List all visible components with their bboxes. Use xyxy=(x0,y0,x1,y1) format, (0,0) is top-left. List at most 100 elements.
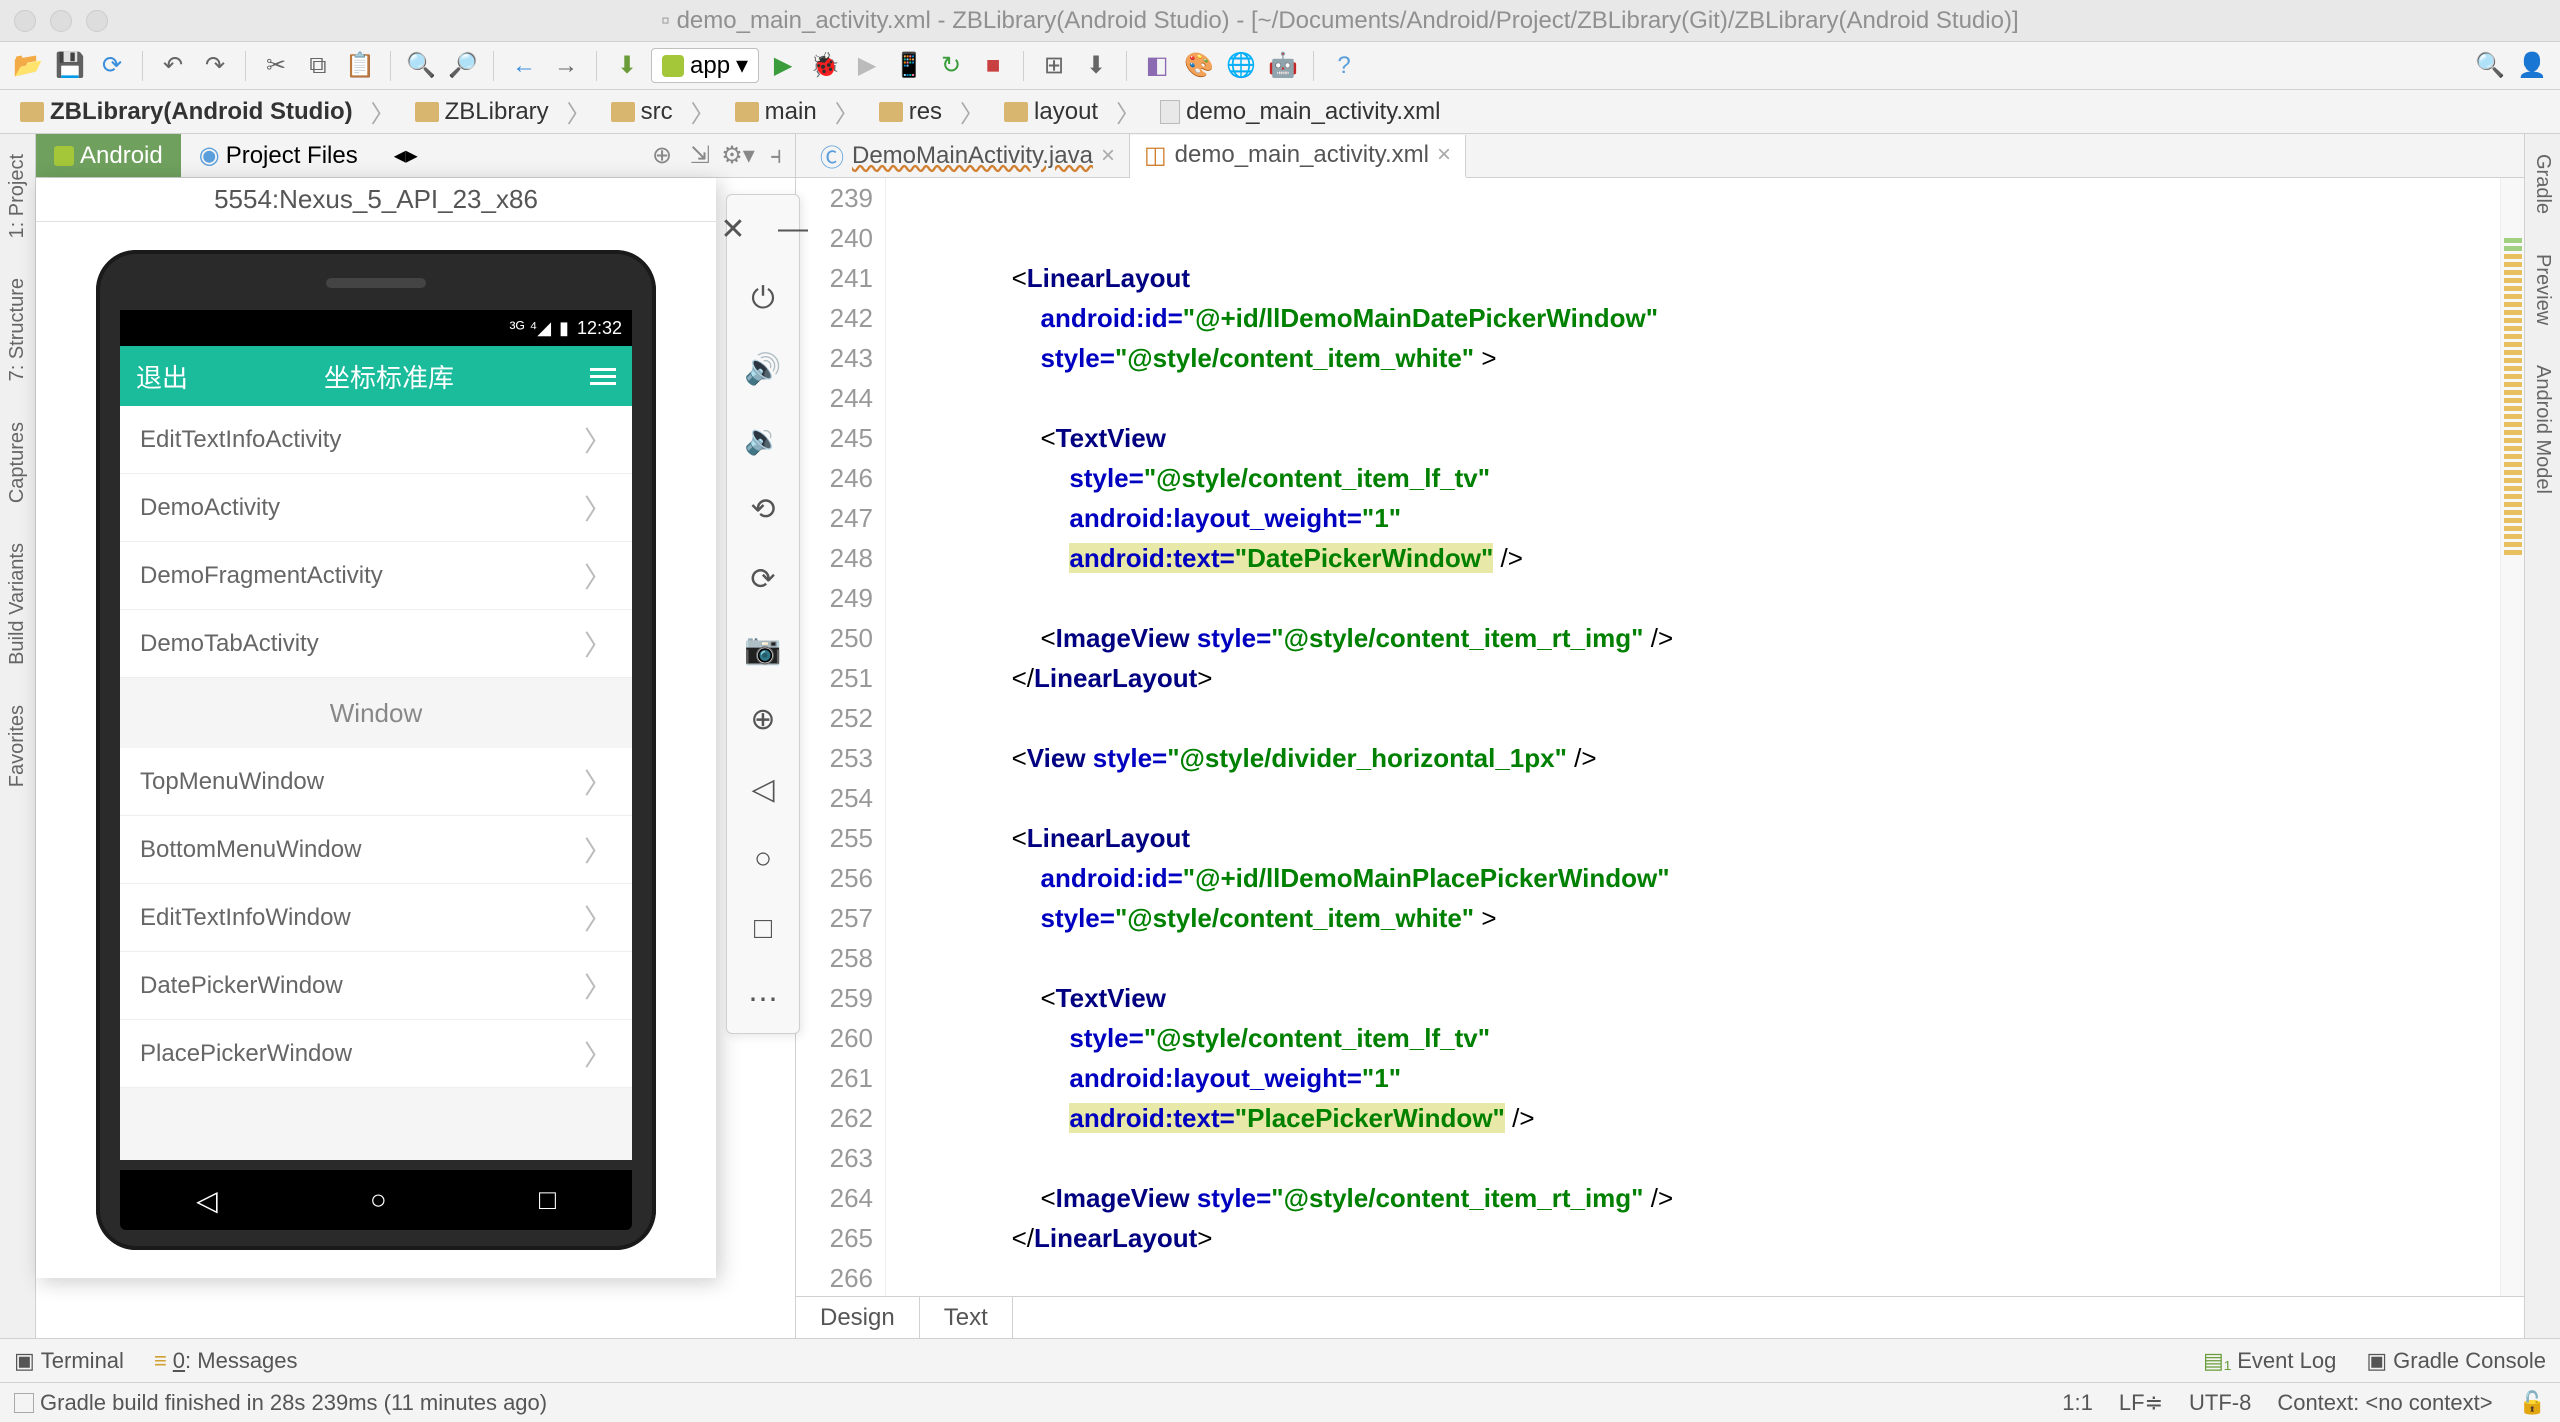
run-icon[interactable]: ▶ xyxy=(765,48,801,84)
help-icon[interactable]: ? xyxy=(1326,48,1362,84)
list-item[interactable]: DemoTabActivity〉 xyxy=(120,610,632,678)
list-item[interactable]: EditTextInfoActivity〉 xyxy=(120,406,632,474)
breadcrumb-item[interactable]: main xyxy=(725,94,869,129)
project-tab-files[interactable]: ◉ Project Files xyxy=(181,134,376,177)
power-icon[interactable]: ⏻ xyxy=(743,279,783,319)
zoom-dot[interactable] xyxy=(86,10,108,32)
right-rail-item[interactable]: Android Model xyxy=(2531,365,2554,494)
scroll-target-icon[interactable]: ⊕ xyxy=(647,141,677,171)
device-icon[interactable]: 📱 xyxy=(891,48,927,84)
emu-close-icon[interactable]: ✕ xyxy=(713,209,753,249)
list-item[interactable]: DemoActivity〉 xyxy=(120,474,632,542)
emu-recent-icon[interactable]: □ xyxy=(743,909,783,949)
volume-up-icon[interactable]: 🔊 xyxy=(743,349,783,389)
run-config-selector[interactable]: app ▾ xyxy=(651,48,759,83)
list-item[interactable]: PlacePickerWindow〉 xyxy=(120,1020,632,1088)
line-separator[interactable]: LF≑ xyxy=(2119,1390,2163,1416)
collapse-icon[interactable]: ⇲ xyxy=(685,141,715,171)
left-rail-item[interactable]: Build Variants xyxy=(6,543,29,665)
open-icon[interactable]: 📂 xyxy=(10,48,46,84)
breadcrumb-item[interactable]: demo_main_activity.xml xyxy=(1150,98,1468,126)
messages-button[interactable]: ≡ 0: Messages xyxy=(154,1348,298,1374)
hide-icon[interactable]: ⫞ xyxy=(761,141,791,171)
left-rail-item[interactable]: 1: Project xyxy=(6,154,29,238)
project-tab-more[interactable]: ◂▸ xyxy=(376,134,436,177)
list-item[interactable]: DemoFragmentActivity〉 xyxy=(120,542,632,610)
copy-icon[interactable]: ⧉ xyxy=(300,48,336,84)
gear-icon[interactable]: ⚙▾ xyxy=(723,141,753,171)
gradle-console-button[interactable]: ▣ Gradle Console xyxy=(2366,1348,2546,1374)
nav-back-icon[interactable]: ◁ xyxy=(196,1184,218,1217)
breadcrumb-item[interactable]: src xyxy=(601,94,725,129)
stop-icon[interactable]: ■ xyxy=(975,48,1011,84)
phone-list[interactable]: EditTextInfoActivity〉DemoActivity〉DemoFr… xyxy=(120,406,632,1160)
cut-icon[interactable]: ✂ xyxy=(258,48,294,84)
theme-icon[interactable]: 🎨 xyxy=(1181,48,1217,84)
redo-icon[interactable]: ↷ xyxy=(197,48,233,84)
save-icon[interactable]: 💾 xyxy=(52,48,88,84)
code-area[interactable]: <LinearLayout android:id="@+id/llDemoMai… xyxy=(886,178,2500,1296)
nav-recent-icon[interactable]: □ xyxy=(539,1184,556,1216)
phone-back-button[interactable]: 退出 xyxy=(136,358,188,395)
terminal-button[interactable]: ▣ Terminal xyxy=(14,1348,124,1374)
design-tab[interactable]: Design xyxy=(796,1297,920,1338)
close-icon[interactable]: × xyxy=(1437,141,1451,169)
lock-icon[interactable]: 🔓 xyxy=(2519,1390,2546,1416)
emulator-window[interactable]: 5554:Nexus_5_API_23_x86 ³ᴳ ⁴◢ ▮ 12:32 退出… xyxy=(36,178,716,1278)
emu-more-icon[interactable]: ⋯ xyxy=(743,979,783,1019)
text-tab[interactable]: Text xyxy=(920,1297,1013,1338)
emu-minimize-icon[interactable]: — xyxy=(773,209,813,249)
search-everywhere-icon[interactable]: 🔍 xyxy=(2472,48,2508,84)
right-rail-item[interactable]: Preview xyxy=(2531,254,2554,325)
hamburger-icon[interactable] xyxy=(590,368,616,385)
minimize-dot[interactable] xyxy=(50,10,72,32)
forward-icon[interactable]: → xyxy=(548,48,584,84)
list-item[interactable]: EditTextInfoWindow〉 xyxy=(120,884,632,952)
status-icon[interactable] xyxy=(14,1393,34,1413)
rotate-right-icon[interactable]: ⟳ xyxy=(743,559,783,599)
close-icon[interactable]: × xyxy=(1101,142,1115,170)
event-log-button[interactable]: ▤₁ Event Log xyxy=(2203,1348,2336,1374)
volume-down-icon[interactable]: 🔉 xyxy=(743,419,783,459)
breadcrumb-item[interactable]: ZBLibrary(Android Studio) xyxy=(10,94,405,129)
editor-tab[interactable]: Ⓒ DemoMainActivity.java × xyxy=(806,134,1130,177)
android-small-icon[interactable]: 🤖 xyxy=(1265,48,1301,84)
emu-home-icon[interactable]: ○ xyxy=(743,839,783,879)
debug-icon[interactable]: 🐞 xyxy=(807,48,843,84)
rotate-left-icon[interactable]: ⟲ xyxy=(743,489,783,529)
sdk-icon[interactable]: ⬇ xyxy=(1078,48,1114,84)
camera-icon[interactable]: 📷 xyxy=(743,629,783,669)
phone-screen[interactable]: ³ᴳ ⁴◢ ▮ 12:32 退出 坐标标准库 EditTextInfoActiv… xyxy=(120,310,632,1160)
find-icon[interactable]: 🔍 xyxy=(403,48,439,84)
left-rail-item[interactable]: Captures xyxy=(6,422,29,503)
nav-home-icon[interactable]: ○ xyxy=(370,1184,387,1216)
avd-icon[interactable]: ⊞ xyxy=(1036,48,1072,84)
paste-icon[interactable]: 📋 xyxy=(342,48,378,84)
zoom-in-icon[interactable]: ⊕ xyxy=(743,699,783,739)
right-rail-item[interactable]: Gradle xyxy=(2531,154,2554,214)
back-icon[interactable]: ← xyxy=(506,48,542,84)
coverage-icon[interactable]: ▶ xyxy=(849,48,885,84)
rerun-icon[interactable]: ↻ xyxy=(933,48,969,84)
replace-icon[interactable]: 🔎 xyxy=(445,48,481,84)
breadcrumb-item[interactable]: layout xyxy=(994,94,1150,129)
left-rail-item[interactable]: Favorites xyxy=(6,705,29,787)
marker-strip[interactable] xyxy=(2500,178,2524,1296)
breadcrumb-item[interactable]: res xyxy=(869,94,994,129)
left-rail-item[interactable]: 7: Structure xyxy=(6,278,29,381)
close-dot[interactable] xyxy=(14,10,36,32)
emu-back-icon[interactable]: ◁ xyxy=(743,769,783,809)
undo-icon[interactable]: ↶ xyxy=(155,48,191,84)
sync-icon[interactable]: ⟳ xyxy=(94,48,130,84)
user-icon[interactable]: 👤 xyxy=(2514,48,2550,84)
list-item[interactable]: TopMenuWindow〉 xyxy=(120,748,632,816)
editor-content[interactable]: 2392402412422432442452462472482492502512… xyxy=(796,178,2524,1296)
encoding[interactable]: UTF-8 xyxy=(2189,1390,2251,1416)
breadcrumb-item[interactable]: ZBLibrary xyxy=(405,94,601,129)
context[interactable]: Context: <no context> xyxy=(2277,1390,2492,1416)
editor-tab[interactable]: ◫ demo_main_activity.xml × xyxy=(1130,135,1466,178)
layout-icon[interactable]: ◧ xyxy=(1139,48,1175,84)
list-item[interactable]: DatePickerWindow〉 xyxy=(120,952,632,1020)
translate-icon[interactable]: 🌐 xyxy=(1223,48,1259,84)
project-tab-android[interactable]: Android xyxy=(36,134,181,177)
